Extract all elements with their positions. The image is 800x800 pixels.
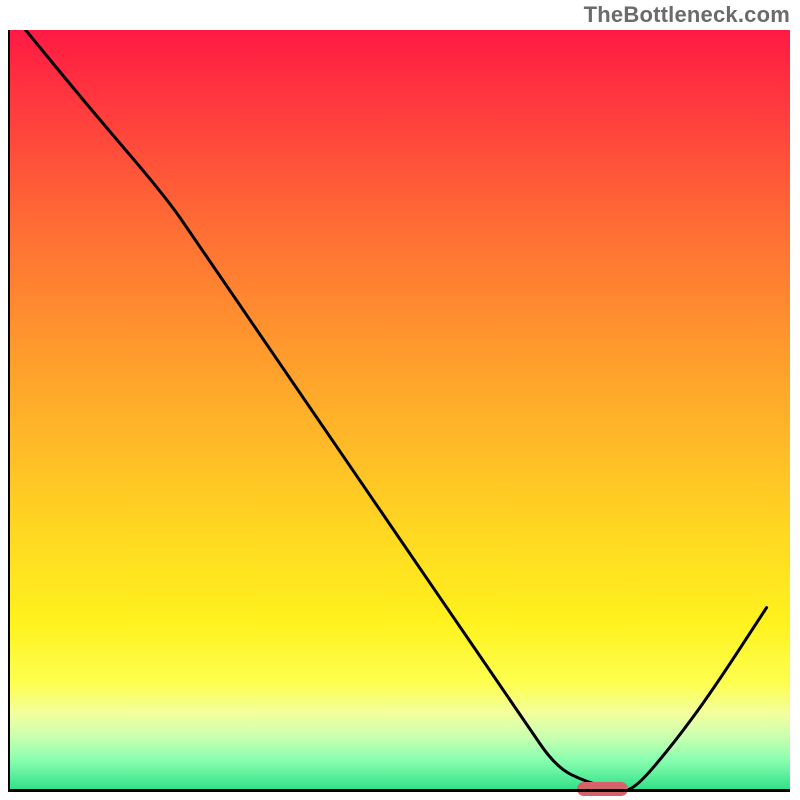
watermark-text: TheBottleneck.com — [584, 2, 790, 28]
bottleneck-curve-path — [26, 30, 767, 790]
chart-container: TheBottleneck.com — [0, 0, 800, 800]
x-axis-line — [10, 789, 790, 792]
plot-area — [10, 30, 790, 790]
curve-svg — [10, 30, 790, 790]
